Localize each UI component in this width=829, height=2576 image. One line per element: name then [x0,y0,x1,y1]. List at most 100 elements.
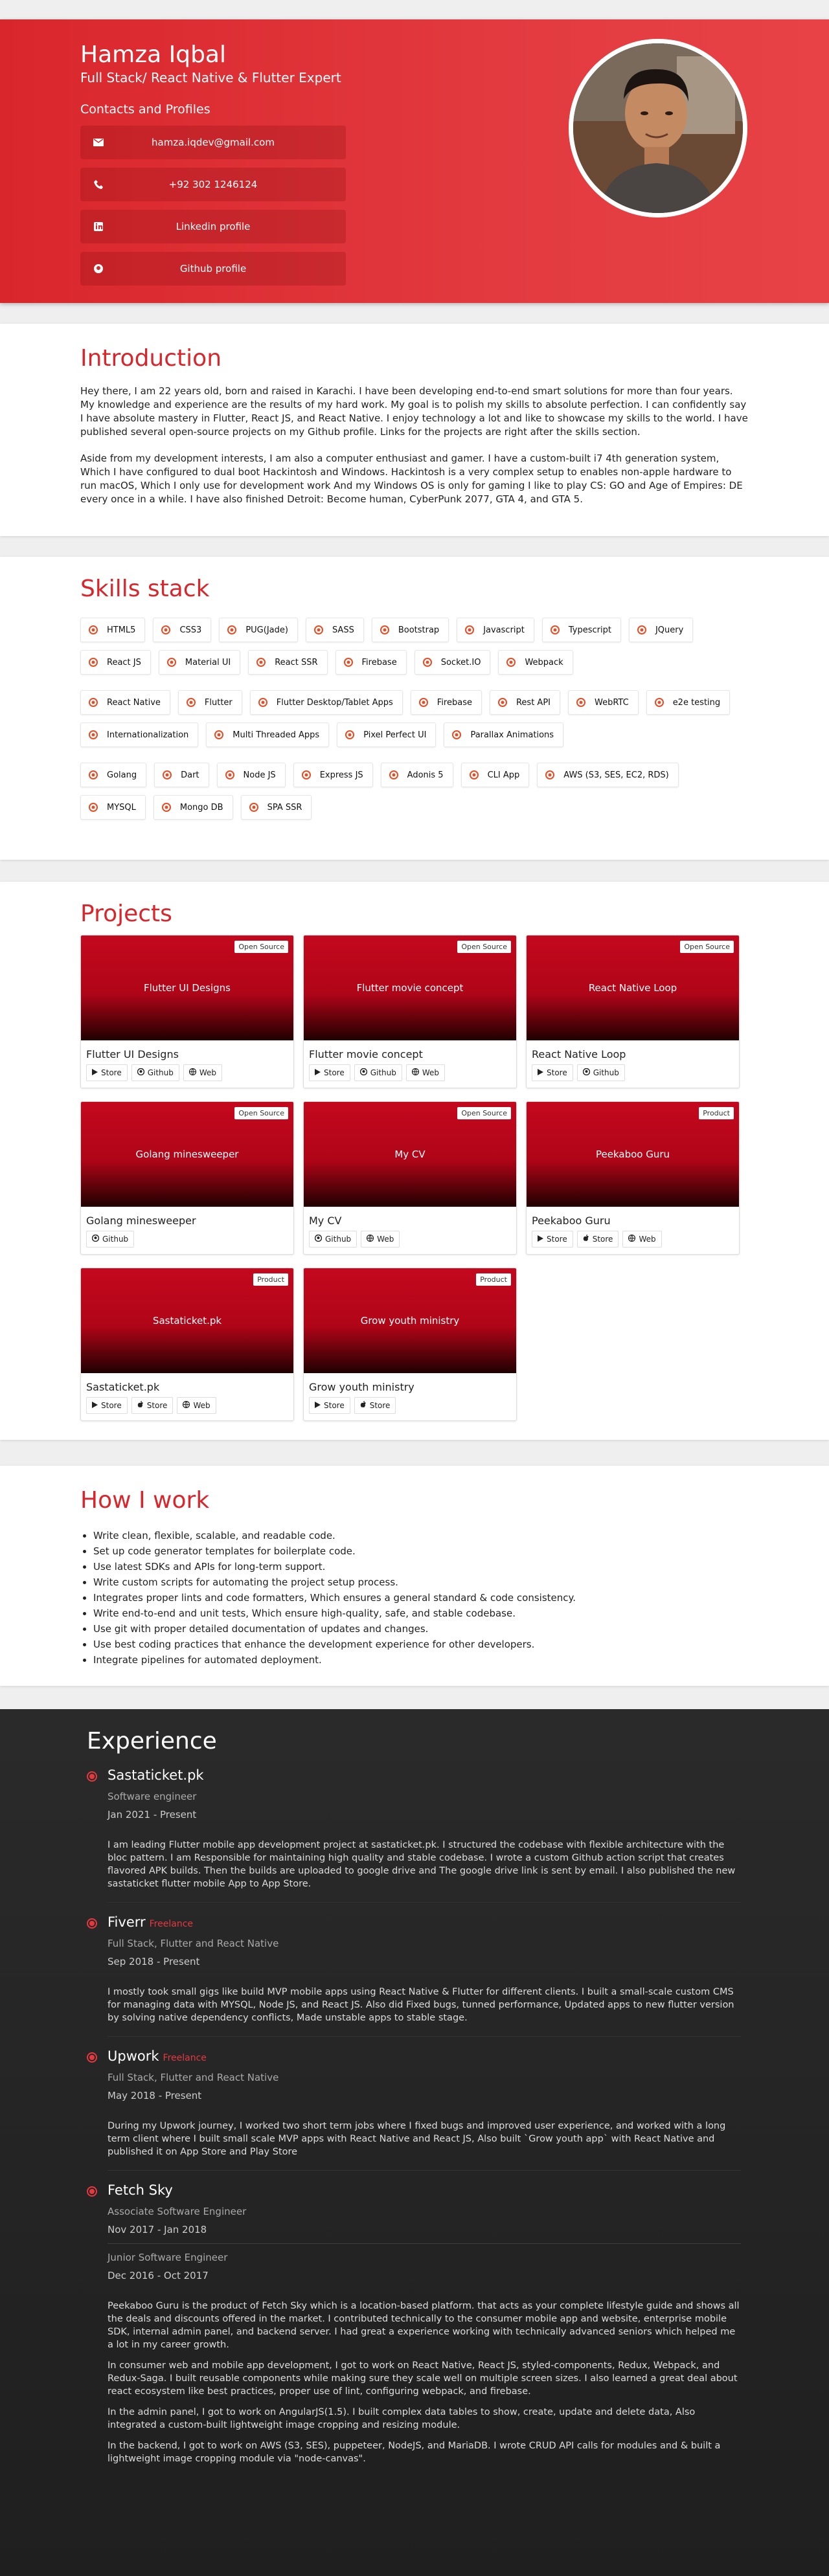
api-icon [497,698,507,707]
project-store-button[interactable]: Store [86,1064,128,1081]
project-github-button[interactable]: Github [576,1064,625,1081]
job-date-range: Jan 2021 - Present [108,1809,197,1820]
project-card[interactable]: Golang minesweeper Open Source Golang mine… [80,1101,294,1255]
button-label: Web [193,1401,210,1410]
project-card[interactable]: Grow youth ministry Product Grow youth min… [303,1268,517,1421]
project-buttons: Github Web [304,1231,516,1254]
project-buttons: Store Store Web [527,1231,739,1254]
skill-label: WebRTC [595,697,629,708]
skill-label: Material UI [185,657,231,667]
skill-chip: Rest API [489,690,560,715]
skill-label: CLI App [487,770,520,780]
skill-label: AWS (S3, SES, EC2, RDS) [563,770,669,780]
project-github-button[interactable]: Github [309,1231,358,1248]
project-thumbnail[interactable]: Grow youth ministry Product [304,1268,516,1373]
project-store-button[interactable]: Store [309,1397,350,1414]
project-store-button[interactable]: Store [532,1231,573,1248]
project-thumbnail[interactable]: Peekaboo Guru Product [527,1102,739,1207]
project-badge: Open Source [234,941,288,953]
contact-label: +92 302 1246124 [168,179,258,190]
contact-link-github[interactable]: Github profile [80,252,346,286]
firebase-icon [418,698,428,707]
how-i-work-item: Use git with proper detailed documentati… [93,1621,749,1637]
project-store-button[interactable]: Store [131,1397,174,1414]
project-thumbnail[interactable]: Flutter movie concept Open Source [304,935,516,1040]
skill-label: Webpack [525,657,563,667]
project-thumbnail[interactable]: Sastaticket.pk Product [81,1268,293,1373]
project-thumbnail-title: Golang minesweeper [135,1148,239,1160]
job-date-range: Dec 2016 - Oct 2017 [108,2270,209,2281]
project-web-button[interactable]: Web [405,1064,446,1081]
skill-label: Mongo DB [179,802,223,812]
project-thumbnail[interactable]: My CV Open Source [304,1102,516,1207]
globe-icon [183,1400,190,1410]
contact-link-linkedin[interactable]: Linkedin profile [80,210,346,243]
project-web-button[interactable]: Web [183,1064,223,1081]
project-github-button[interactable]: Github [354,1064,402,1081]
skill-chip: Pixel Perfect UI [337,722,437,747]
project-badge: Product [253,1273,288,1286]
pixel-icon [345,730,355,739]
project-store-button[interactable]: Store [532,1064,573,1081]
cloud-icon [545,770,555,779]
project-github-button[interactable]: Github [131,1064,179,1081]
company-name: Upwork [108,2048,159,2064]
button-label: Github [147,1068,174,1077]
project-card[interactable]: Sastaticket.pk Product Sastaticket.pk Store… [80,1268,294,1421]
project-web-button[interactable]: Web [622,1231,662,1248]
button-label: Github [593,1068,619,1077]
css3-icon [161,625,171,634]
skill-label: SASS [332,625,354,635]
project-thumbnail[interactable]: Flutter UI Designs Open Source [81,935,293,1040]
contact-label: hamza.iqdev@gmail.com [152,137,275,148]
project-store-button[interactable]: Store [86,1397,128,1414]
skill-chip: Parallax Animations [444,722,564,747]
project-card[interactable]: Flutter movie concept Open Source Flutter … [303,935,517,1088]
project-thumbnail-title: Grow youth ministry [360,1315,460,1327]
contact-link-phone[interactable]: +92 302 1246124 [80,168,346,201]
project-card[interactable]: React Native Loop Open Source React Native… [526,935,740,1088]
button-label: Store [101,1068,122,1077]
project-store-button[interactable]: Store [354,1397,396,1414]
project-web-button[interactable]: Web [177,1397,216,1414]
golang-icon [89,770,98,779]
project-card[interactable]: Peekaboo Guru Product Peekaboo Guru Store St… [526,1101,740,1255]
project-buttons: Store Store Web [81,1397,293,1420]
project-web-button[interactable]: Web [361,1231,400,1248]
profile-name: Hamza Iqbal [80,41,226,68]
skill-label: React SSR [275,657,318,667]
skills-list: HTML5 CSS3 PUG(Jade) SASS Bootstrap Javascrip… [80,618,749,820]
skills-row: React Native Flutter Flutter Desktop/Table… [80,690,749,747]
play-icon [92,1401,98,1410]
skill-label: Adonis 5 [407,770,444,780]
project-store-button[interactable]: Store [309,1064,350,1081]
apple-icon [360,1401,367,1410]
how-i-work-item: Use best coding practices that enhance t… [93,1637,749,1652]
job-date-range: May 2018 - Present [108,2090,202,2101]
terminal-icon [469,770,479,779]
job-role: Software engineer [108,1791,197,1802]
project-thumbnail[interactable]: Golang minesweeper Open Source [81,1102,293,1207]
project-card[interactable]: My CV Open Source My CV Github Web [303,1101,517,1255]
experience-item: Sastaticket.pk Software engineer Jan 2021 … [87,1767,741,1903]
sass-icon [313,625,323,634]
project-thumbnail[interactable]: React Native Loop Open Source [527,935,739,1040]
database-icon [161,803,171,812]
project-title: React Native Loop [532,1048,626,1060]
button-label: Store [101,1401,122,1410]
project-card[interactable]: Flutter UI Designs Open Source Flutter UI … [80,935,294,1088]
skill-label: Typescript [568,625,611,635]
contact-link-mail[interactable]: hamza.iqdev@gmail.com [80,126,346,159]
project-github-button[interactable]: Github [86,1231,135,1248]
project-badge: Open Source [457,941,511,953]
skill-chip: React Native [80,690,170,715]
how-i-work-item: Set up code generator templates for boil… [93,1543,749,1559]
profile-subtitle: Full Stack/ React Native & Flutter Exper… [80,70,341,85]
parallax-icon [452,730,462,739]
contact-label: Github profile [179,263,247,274]
project-store-button[interactable]: Store [576,1231,619,1248]
skill-label: Bootstrap [398,625,440,635]
skill-label: Internationalization [107,730,189,740]
project-thumbnail-title: Sastaticket.pk [152,1315,222,1327]
experience-item: Upwork Freelance Full Stack, Flutter and R… [87,2048,741,2171]
